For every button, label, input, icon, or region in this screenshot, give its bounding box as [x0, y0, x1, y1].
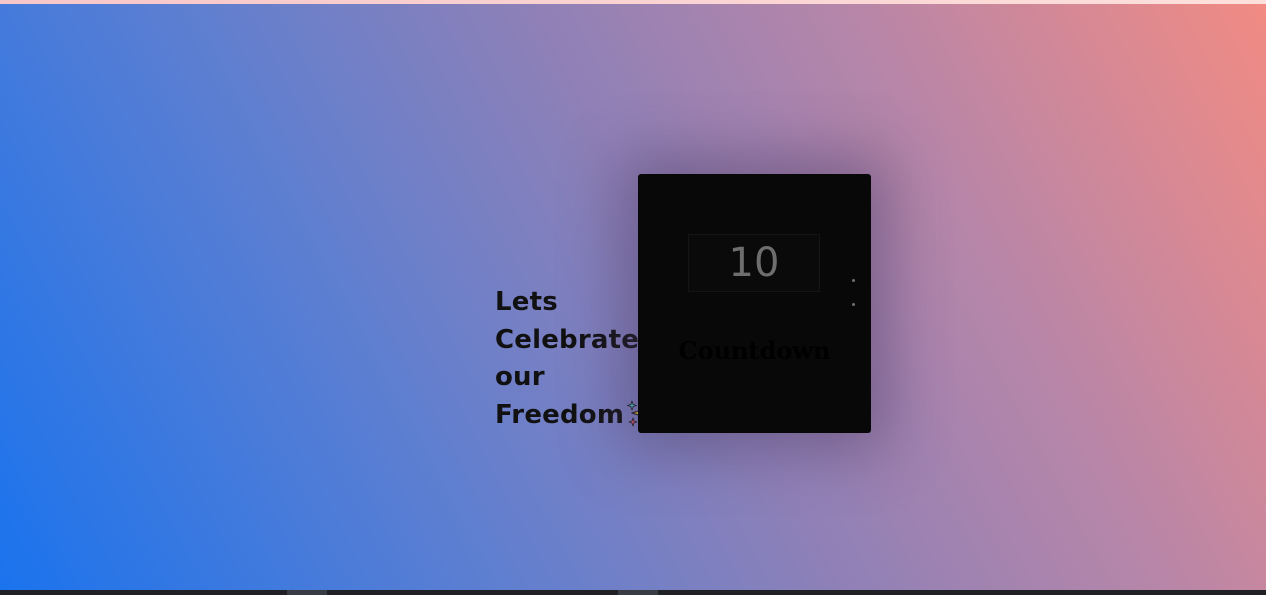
- bottom-taskbar: [0, 590, 1266, 595]
- celebration-heading: Lets Celebrate our Freedom: [495, 284, 655, 435]
- taskbar-item[interactable]: [287, 590, 327, 595]
- heading-line-2: Celebrate: [495, 324, 640, 355]
- countdown-label: Countdown: [678, 336, 831, 365]
- colon-dots-icon: [851, 277, 857, 309]
- heading-line-4-text: Freedom: [495, 399, 625, 430]
- countdown-number: 10: [688, 234, 820, 292]
- countdown-card: 10 Countdown: [638, 174, 871, 433]
- heading-line-1: Lets: [495, 287, 558, 317]
- taskbar-item[interactable]: [618, 590, 658, 595]
- top-accent-strip: [0, 0, 1266, 4]
- heading-line-4: Freedom: [495, 397, 655, 435]
- heading-line-3: our: [495, 362, 545, 392]
